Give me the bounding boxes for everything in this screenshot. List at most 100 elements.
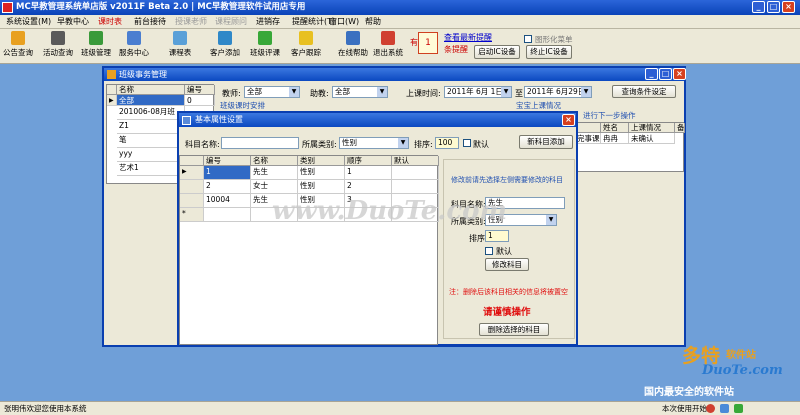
basic-property-dialog: 基本属性设置 × 科目名称: 所属类别: 性别 ▼ 排序: 100 默认 新科目添… [177,111,578,346]
maximize-icon[interactable]: □ [767,1,780,13]
service-icon [127,31,141,45]
tool-exit[interactable]: 退出系统 [368,31,408,58]
tool-online-help[interactable]: 在线帮助 [333,31,373,58]
col-header-code: 编号 [204,156,251,166]
category-select[interactable]: 性别 ▼ [339,137,409,149]
subject-cell[interactable]: 女士 [251,180,298,194]
list-item[interactable]: 全部 [117,95,185,106]
modify-subject-button[interactable]: 修改科目 [485,258,529,271]
alert-count[interactable]: 1 [418,32,438,54]
close-icon[interactable]: × [782,1,795,13]
tool-label: 班级评课 [250,48,280,57]
tool-review[interactable]: 班级评课 [245,31,285,58]
delete-subject-button[interactable]: 删除选择的科目 [479,323,549,336]
subject-cell[interactable]: 2 [345,180,392,194]
edit-order-input[interactable]: 1 [485,230,509,242]
win1-close-icon[interactable]: × [673,68,686,80]
win1-minimize-icon[interactable]: _ [645,68,658,80]
tool-class[interactable]: 班级管理 [76,31,116,58]
next-step-caption: 进行下一步操作 [583,111,636,120]
menu-help[interactable]: 帮助 [365,16,381,28]
watermark-logo: 多特 软件站 DuoTe.com 国内最安全的软件站 [640,341,800,401]
watermark-logo-en: DuoTe.com [702,363,783,378]
menu-reception[interactable]: 前台接待 [134,16,166,28]
timetable-icon [173,31,187,45]
watermark-tagline: 国内最安全的软件站 [644,387,734,398]
subject-cell[interactable]: 性别 [298,166,345,180]
row-header [180,194,204,208]
tray-icon [720,404,729,413]
date-to-label: 至 [515,89,523,98]
subject-cell[interactable]: 10004 [204,194,251,208]
date-from-picker[interactable]: 2011年 6月 1日 ▼ [444,86,512,98]
stop-ic-button[interactable]: 终止IC设备 [526,45,572,59]
tool-label: 客户添加 [210,48,240,57]
default-checkbox[interactable] [463,139,471,147]
date-to-picker[interactable]: 2011年 6月29日 ▼ [524,86,592,98]
subject-name-input[interactable] [221,137,299,149]
order-input[interactable]: 100 [435,137,459,149]
menu-style-label: 图形化菜单 [535,35,573,44]
menu-style-checkbox[interactable] [524,35,532,43]
attendance-cell[interactable]: 完事课 [575,133,601,144]
tool-notice[interactable]: 公告查询 [0,31,38,58]
grid-corner [180,156,204,166]
menu-system[interactable]: 系统设置(M) [6,16,51,28]
list-item[interactable]: 笔 [117,134,185,148]
add-subject-button[interactable]: 新科目添加 [519,135,573,149]
menu-schedule[interactable]: 课时表 [98,16,122,28]
tool-timetable[interactable]: 课程表 [160,31,200,58]
subject-cell[interactable] [392,166,439,180]
list-item[interactable]: 艺术1 [117,162,185,176]
list-item[interactable]: Z1 [117,120,185,134]
date-from-value: 2011年 6月 1日 [447,87,503,96]
tool-follow[interactable]: 客户跟踪 [286,31,326,58]
caution-text: 请谨慎操作 [483,307,531,318]
status-welcome: 张明伟欢迎您使用本系统 [4,404,87,413]
query-settings-button[interactable]: 查询条件设定 [612,85,676,98]
current-row-marker: ▶ [180,166,204,180]
win1-maximize-icon[interactable]: □ [659,68,672,80]
minimize-icon[interactable]: _ [752,1,765,13]
assistant-select[interactable]: 全部 ▼ [332,86,388,98]
attendance-cell[interactable]: 未确认 [629,133,675,144]
list-item-code[interactable]: 0 [185,95,215,106]
attendance-cell[interactable]: 冉冉 [601,133,629,144]
tool-activity[interactable]: 活动查询 [38,31,78,58]
menu-window[interactable]: 窗口(W) [329,16,359,28]
category-value: 性别 [342,138,357,147]
tool-service[interactable]: 服务中心 [114,31,154,58]
col-header-name: 名称 [251,156,298,166]
alert-prefix: 有 [410,38,418,47]
teacher-value: 全部 [247,87,262,96]
new-subject-cell[interactable] [204,208,251,222]
default-label: 默认 [473,140,489,149]
teacher-select[interactable]: 全部 ▼ [244,86,300,98]
list-item[interactable]: 201006-08月班 [117,106,185,120]
alert-link[interactable]: 查看最新提醒 [444,32,492,43]
watermark-logo-sub: 软件站 [726,350,756,361]
menu-inventory[interactable]: 进销存 [256,16,280,28]
tray-icon [734,404,743,413]
menu-advisor[interactable]: 课程顾问 [215,16,247,28]
class-icon [89,31,103,45]
chevron-down-icon: ▼ [581,87,591,97]
dialog-close-icon[interactable]: × [562,114,575,126]
subject-cell[interactable]: 2 [204,180,251,194]
menu-center[interactable]: 早教中心 [57,16,89,28]
add-customer-icon [218,31,232,45]
tool-add-customer[interactable]: 客户添加 [205,31,245,58]
window-icon [107,70,116,79]
start-ic-button[interactable]: 启动IC设备 [474,45,520,59]
subject-cell[interactable]: 1 [204,166,251,180]
subject-cell[interactable]: 1 [345,166,392,180]
subject-cell[interactable]: 先生 [251,166,298,180]
delete-warning: 注：删除后该科目相关的信息将被置空 [449,288,568,296]
menu-teacher[interactable]: 授课老师 [175,16,207,28]
edit-default-checkbox[interactable] [485,247,493,255]
subject-name-label: 科目名称: [185,140,220,149]
list-item[interactable]: yyy [117,148,185,162]
tool-label: 活动查询 [43,48,73,57]
subject-cell[interactable] [392,180,439,194]
subject-cell[interactable]: 性别 [298,180,345,194]
